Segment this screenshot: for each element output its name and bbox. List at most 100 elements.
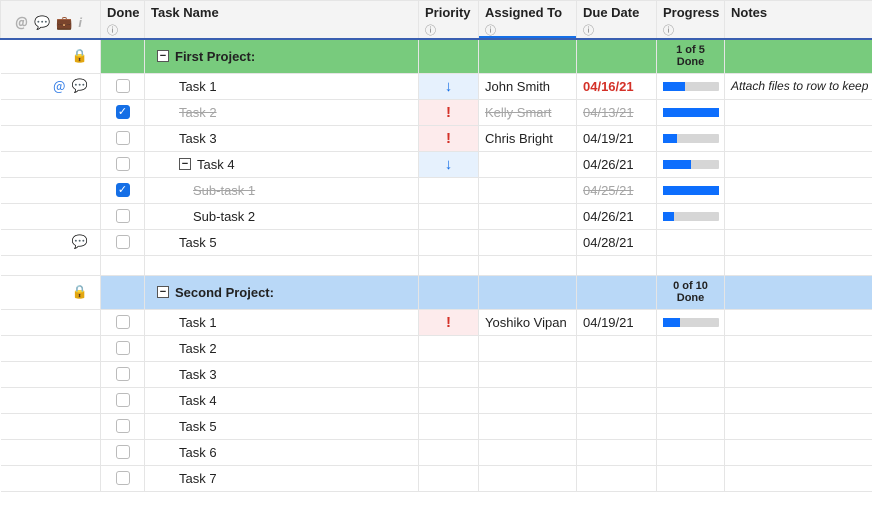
assigned-cell[interactable] <box>479 413 577 439</box>
done-cell[interactable] <box>101 99 145 125</box>
task-name-cell[interactable]: Task 6 <box>145 439 419 465</box>
task-row[interactable]: − Task 4↓04/26/21 <box>1 151 872 177</box>
notes-cell[interactable] <box>725 151 872 177</box>
column-header-duedate[interactable]: Due Date ⓘ <box>577 1 657 40</box>
priority-cell[interactable] <box>419 203 479 229</box>
task-row[interactable]: Sub-task 1 04/25/21 <box>1 177 872 203</box>
due-cell[interactable] <box>577 413 657 439</box>
done-checkbox[interactable] <box>116 315 130 329</box>
column-header-notes[interactable]: Notes <box>725 1 872 40</box>
due-cell[interactable]: 04/16/21 <box>577 73 657 99</box>
progress-cell[interactable] <box>657 387 725 413</box>
due-cell[interactable] <box>577 439 657 465</box>
task-row[interactable]: Sub-task 204/26/21 <box>1 203 872 229</box>
task-name-cell[interactable]: Task 7 <box>145 465 419 491</box>
notes-cell[interactable] <box>725 177 872 203</box>
progress-cell[interactable] <box>657 309 725 335</box>
task-name-cell[interactable]: Sub-task 1 <box>145 177 419 203</box>
progress-cell[interactable] <box>657 177 725 203</box>
notes-cell[interactable] <box>725 387 872 413</box>
task-name-cell[interactable]: − Task 4 <box>145 151 419 177</box>
task-row[interactable]: Task 7 <box>1 465 872 491</box>
done-checkbox[interactable] <box>116 393 130 407</box>
group-header-row[interactable]: 🔒−First Project:1 of 5Done <box>1 39 872 73</box>
due-cell[interactable]: 04/19/21 <box>577 309 657 335</box>
column-header-priority[interactable]: Priority ⓘ <box>419 1 479 40</box>
done-cell[interactable] <box>101 229 145 255</box>
priority-cell[interactable] <box>419 229 479 255</box>
priority-cell[interactable]: ! <box>419 309 479 335</box>
done-cell[interactable] <box>101 465 145 491</box>
assigned-cell[interactable] <box>479 361 577 387</box>
done-checkbox[interactable] <box>116 105 130 119</box>
collapse-icon[interactable]: − <box>157 286 169 298</box>
group-name-cell[interactable]: −First Project: <box>145 39 419 73</box>
group-name-cell[interactable]: −Second Project: <box>145 275 419 309</box>
priority-cell[interactable]: ↓ <box>419 73 479 99</box>
column-header-assigned[interactable]: Assigned To ⓘ <box>479 1 577 40</box>
priority-cell[interactable] <box>419 439 479 465</box>
notes-cell[interactable] <box>725 125 872 151</box>
assigned-cell[interactable] <box>479 151 577 177</box>
due-cell[interactable] <box>577 361 657 387</box>
due-cell[interactable]: 04/25/21 <box>577 177 657 203</box>
column-header-taskname[interactable]: Task Name <box>145 1 419 40</box>
task-name-cell[interactable]: Sub-task 2 <box>145 203 419 229</box>
notes-cell[interactable] <box>725 229 872 255</box>
task-row[interactable]: Task 3 <box>1 361 872 387</box>
notes-cell[interactable] <box>725 335 872 361</box>
progress-cell[interactable] <box>657 99 725 125</box>
progress-cell[interactable] <box>657 439 725 465</box>
notes-cell[interactable] <box>725 439 872 465</box>
notes-cell[interactable] <box>725 361 872 387</box>
assigned-cell[interactable] <box>479 439 577 465</box>
task-row[interactable]: Task 3!Chris Bright04/19/21 <box>1 125 872 151</box>
done-cell[interactable] <box>101 361 145 387</box>
assigned-cell[interactable] <box>479 177 577 203</box>
task-row[interactable]: Task 2 <box>1 335 872 361</box>
done-cell[interactable] <box>101 387 145 413</box>
due-cell[interactable] <box>577 465 657 491</box>
due-cell[interactable]: 04/19/21 <box>577 125 657 151</box>
progress-cell[interactable] <box>657 335 725 361</box>
notes-cell[interactable] <box>725 203 872 229</box>
done-cell[interactable] <box>101 151 145 177</box>
assigned-cell[interactable] <box>479 229 577 255</box>
task-row[interactable]: Task 4 <box>1 387 872 413</box>
due-cell[interactable] <box>577 387 657 413</box>
progress-cell[interactable] <box>657 361 725 387</box>
progress-cell[interactable] <box>657 151 725 177</box>
progress-cell[interactable] <box>657 125 725 151</box>
comment-icon[interactable]: 💬 <box>72 234 88 250</box>
column-header-progress[interactable]: Progress ⓘ <box>657 1 725 40</box>
priority-cell[interactable] <box>419 361 479 387</box>
assigned-cell[interactable] <box>479 203 577 229</box>
task-row[interactable]: Task 5 <box>1 413 872 439</box>
assigned-cell[interactable]: John Smith <box>479 73 577 99</box>
notes-cell[interactable] <box>725 465 872 491</box>
priority-cell[interactable] <box>419 413 479 439</box>
comment-icon[interactable]: 💬 <box>72 78 88 94</box>
done-checkbox[interactable] <box>116 209 130 223</box>
priority-cell[interactable] <box>419 335 479 361</box>
due-cell[interactable] <box>577 335 657 361</box>
done-checkbox[interactable] <box>116 445 130 459</box>
due-cell[interactable]: 04/13/21 <box>577 99 657 125</box>
attachment-icon[interactable]: ＠ <box>53 77 66 96</box>
assigned-cell[interactable] <box>479 387 577 413</box>
task-name-cell[interactable]: Task 3 <box>145 125 419 151</box>
done-checkbox[interactable] <box>116 235 130 249</box>
assigned-cell[interactable]: Chris Bright <box>479 125 577 151</box>
priority-cell[interactable]: ! <box>419 125 479 151</box>
done-cell[interactable] <box>101 309 145 335</box>
task-name-cell[interactable]: Task 2 <box>145 99 419 125</box>
task-name-cell[interactable]: Task 5 <box>145 413 419 439</box>
task-name-cell[interactable]: Task 5 <box>145 229 419 255</box>
task-row[interactable]: 💬Task 504/28/21 <box>1 229 872 255</box>
assigned-cell[interactable]: Kelly Smart <box>479 99 577 125</box>
done-cell[interactable] <box>101 439 145 465</box>
done-cell[interactable] <box>101 203 145 229</box>
priority-cell[interactable]: ↓ <box>419 151 479 177</box>
done-checkbox[interactable] <box>116 183 130 197</box>
done-checkbox[interactable] <box>116 367 130 381</box>
